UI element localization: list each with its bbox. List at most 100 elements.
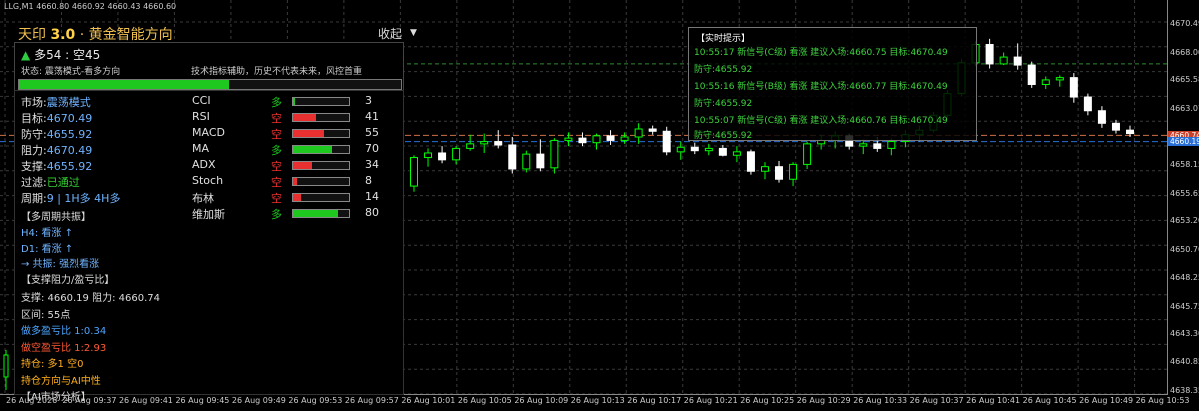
support-label: 支撑:	[21, 160, 47, 173]
target-value: 4670.49	[46, 112, 93, 125]
alert-line: 防守:4655.92	[694, 99, 753, 109]
candle-body	[1069, 77, 1078, 98]
filter-row: 过滤:已通过	[21, 174, 80, 190]
candle-body	[452, 147, 461, 161]
indicator-bar	[292, 129, 350, 138]
candle-body	[704, 147, 713, 152]
candle-body	[1013, 56, 1022, 66]
price-tick-label: 4655.65	[1170, 188, 1199, 198]
period-row: 周期:9 | 1H多 4H多	[21, 190, 120, 206]
candle-body	[718, 147, 727, 156]
candle-body	[789, 163, 798, 180]
indicator-value: 70	[365, 142, 379, 155]
candle-body	[466, 143, 475, 149]
indicator-bar	[292, 193, 350, 202]
candle-body	[1027, 64, 1036, 85]
price-tick-label: 4668.00	[1170, 47, 1199, 57]
price-tick-label: 4665.58	[1170, 75, 1199, 85]
price-tick-label: 4663.07	[1170, 103, 1199, 113]
candle-body	[522, 153, 531, 170]
candle-body	[746, 151, 755, 172]
time-tick-label: 26 Aug 10:29	[796, 396, 851, 405]
time-tick-label: 26 Aug 10:17	[627, 396, 682, 405]
indicator-direction: 多	[271, 96, 282, 109]
indicator-name: RSI	[192, 110, 210, 123]
indicator-bar	[292, 113, 350, 122]
time-tick-label: 26 Aug 10:21	[683, 396, 738, 405]
h4-trend: H4: 看涨 ↑	[21, 228, 73, 239]
target-row: 目标:4670.49	[21, 110, 92, 126]
candle-body	[662, 130, 671, 153]
realtime-alert-box: 【实时提示】 10:55:17 新信号(C级) 看涨 建议入场:4660.75 …	[688, 27, 977, 141]
candle-body	[536, 153, 545, 169]
time-tick-label: 26 Aug 09:41	[118, 396, 173, 405]
sentiment-progress-bar	[18, 79, 402, 90]
chevron-down-icon[interactable]: ▼	[410, 28, 417, 38]
filter-label: 过滤:	[21, 176, 47, 189]
alert-line: 防守:4655.92	[694, 131, 753, 141]
candle-body	[1083, 96, 1092, 112]
sr-header: 【支撑阻力/盈亏比】	[21, 275, 115, 286]
price-tick-label: 4638.35	[1170, 386, 1199, 395]
position-direction: 持仓方向与AI中性	[21, 376, 101, 387]
candle-body	[803, 143, 812, 165]
progress-fill	[19, 80, 230, 89]
candle-body	[438, 152, 447, 161]
candle-body	[887, 141, 896, 149]
market-value: 震荡模式	[46, 96, 91, 109]
time-tick-label: 26 Aug 10:41	[966, 396, 1021, 405]
sr-line: 支撑: 4660.19 阻力: 4660.74	[21, 293, 160, 304]
short-ratio: 做空盈亏比 1:2.93	[21, 343, 107, 354]
indicator-name: Stoch	[192, 174, 224, 187]
candle-body	[676, 146, 685, 153]
candle-body	[1097, 110, 1106, 124]
price-tick-label: 4648.25	[1170, 272, 1199, 282]
time-tick-label: 26 Aug 10:25	[740, 396, 795, 405]
indicator-name: MA	[192, 142, 210, 155]
resonance-text: → 共振: 强烈看涨	[21, 259, 100, 270]
candle-body	[1055, 77, 1064, 81]
d1-trend: D1: 看涨 ↑	[21, 244, 74, 255]
alert-line: 10:55:16 新信号(B级) 看涨 建议入场:4660.77 目标:4670…	[694, 82, 948, 92]
time-tick-label: 26 Aug 09:53	[288, 396, 343, 405]
time-tick-label: 26 Aug 09:37	[62, 396, 117, 405]
title-version: 3.0	[50, 27, 76, 43]
indicator-value: 80	[365, 206, 379, 219]
ratio-text: 多54 : 空45	[34, 48, 101, 62]
support-value: 4655.92	[46, 160, 93, 173]
market-row: 市场:震荡模式	[21, 94, 91, 110]
time-tick-label: 26 Aug 09:49	[231, 396, 286, 405]
indicator-name: MACD	[192, 126, 225, 139]
price-tick-label: 4653.20	[1170, 216, 1199, 226]
price-tick-label: 4658.15	[1170, 159, 1199, 169]
indicator-value: 8	[365, 174, 372, 187]
collapse-button[interactable]: 收起	[378, 25, 402, 42]
indicator-direction: 多	[271, 144, 282, 157]
candle-body	[424, 152, 433, 159]
stop-value: 4655.92	[46, 128, 93, 141]
candle-body	[760, 166, 769, 172]
candle-body	[732, 151, 741, 156]
time-tick-label: 26 Aug 09:57	[344, 396, 399, 405]
candle-body	[690, 146, 699, 152]
indicator-direction: 空	[271, 128, 282, 141]
symbol-quote-line: LLG,M1 4660.80 4660.92 4660.43 4660.60	[4, 2, 177, 11]
indicator-bar-fill	[293, 98, 295, 105]
time-tick-label: 26 Aug 10:45	[1022, 396, 1077, 405]
indicator-panel: 市场:震荡模式 目标:4670.49 防守:4655.92 阻力:4670.49…	[14, 90, 404, 403]
time-tick-label: 26 Aug 10:53	[1135, 396, 1190, 405]
candle-body	[480, 141, 489, 145]
candle-body	[1126, 129, 1134, 135]
stop-label: 防守:	[21, 128, 47, 141]
price-tick-label: 4645.75	[1170, 301, 1199, 311]
candle-body	[648, 128, 657, 132]
long-ratio: 做多盈亏比 1:0.34	[21, 326, 107, 337]
alert-line: 10:55:17 新信号(C级) 看涨 建议入场:4660.75 目标:4670…	[694, 48, 948, 58]
indicator-value: 34	[365, 158, 379, 171]
time-tick-label: 26 Aug 10:09	[514, 396, 569, 405]
indicator-bar-fill	[293, 210, 338, 217]
up-triangle-icon: ▲	[21, 48, 31, 62]
indicator-bar	[292, 209, 350, 218]
candle-body	[592, 135, 601, 144]
candle-body	[578, 137, 587, 144]
